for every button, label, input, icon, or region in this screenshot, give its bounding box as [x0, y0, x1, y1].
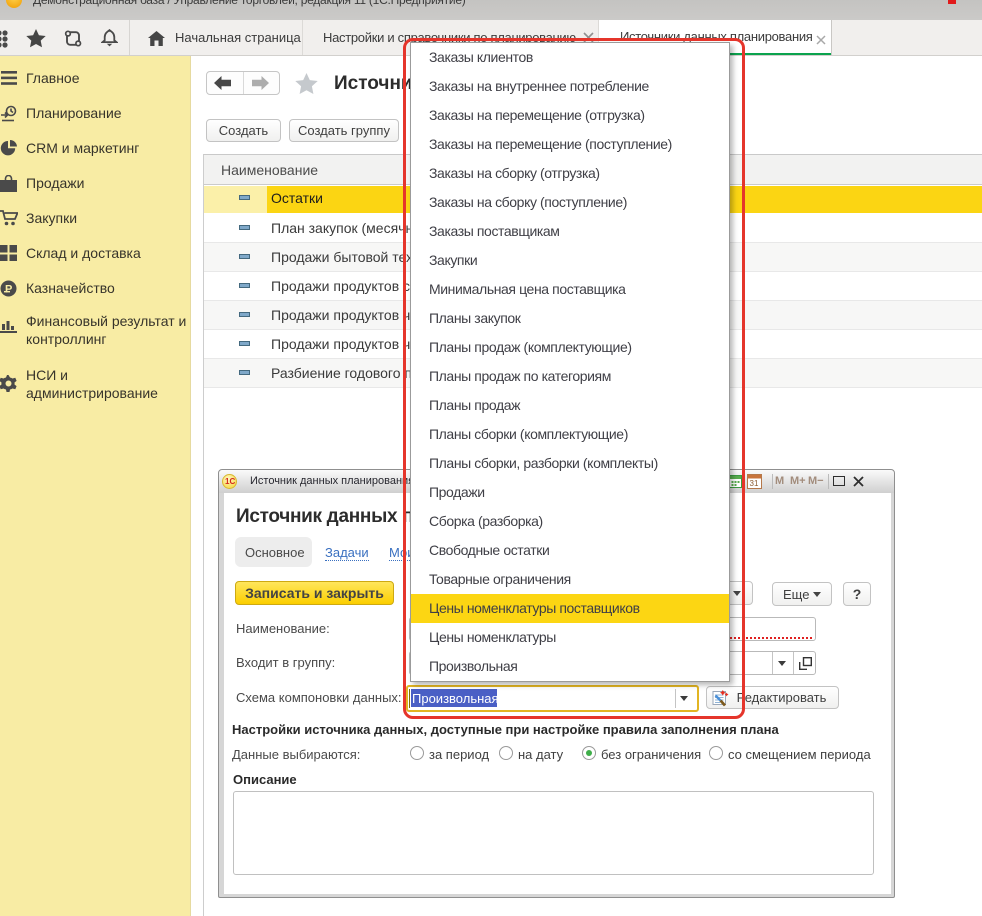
svg-text:Р: Р	[5, 284, 12, 296]
svg-text:31: 31	[750, 479, 759, 488]
